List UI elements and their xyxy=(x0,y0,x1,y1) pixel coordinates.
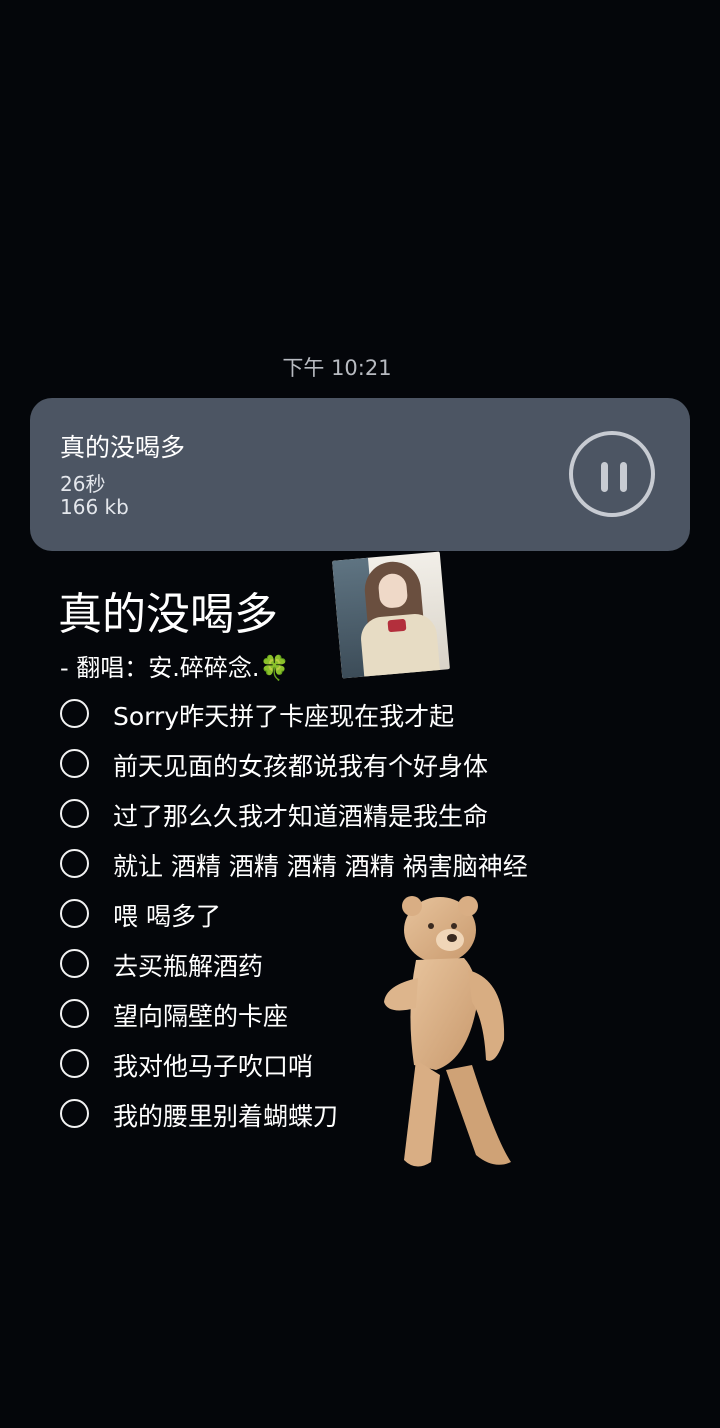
lyric-text: 望向隔壁的卡座 xyxy=(113,1002,289,1031)
voice-message-title: 真的没喝多 xyxy=(60,433,186,462)
lyric-text: Sorry昨天拼了卡座现在我才起 xyxy=(113,702,455,731)
checkbox-circle[interactable] xyxy=(60,699,89,728)
song-title: 真的没喝多 xyxy=(58,589,278,640)
voice-message-card[interactable]: 真的没喝多 26秒 166 kb xyxy=(30,398,690,551)
pause-icon xyxy=(601,462,608,492)
lyric-text: 就让 酒精 酒精 酒精 酒精 祸害脑神经 xyxy=(113,852,528,881)
pause-icon xyxy=(620,462,627,492)
voice-message-size: 166 kb xyxy=(60,495,129,519)
artist-credit-text: - 翻唱：安.碎碎念. xyxy=(60,654,260,682)
clover-icon: 🍀 xyxy=(259,654,290,682)
pause-button[interactable] xyxy=(569,431,655,517)
singer-photo xyxy=(332,551,450,679)
message-timestamp: 下午 10:21 xyxy=(282,356,392,380)
checkbox-circle[interactable] xyxy=(60,1049,89,1078)
lyric-text: 去买瓶解酒药 xyxy=(113,952,264,981)
checkbox-circle[interactable] xyxy=(60,849,89,878)
voice-message-duration: 26秒 xyxy=(60,472,106,496)
artist-credit: - 翻唱：安.碎碎念.🍀 xyxy=(60,648,289,683)
checkbox-circle[interactable] xyxy=(60,799,89,828)
lyric-text: 我的腰里别着蝴蝶刀 xyxy=(113,1102,339,1131)
checkbox-circle[interactable] xyxy=(60,899,89,928)
lyric-text: 过了那么久我才知道酒精是我生命 xyxy=(113,802,489,831)
checkbox-circle[interactable] xyxy=(60,949,89,978)
lyric-text: 喂 喝多了 xyxy=(113,902,221,931)
checkbox-circle[interactable] xyxy=(60,1099,89,1128)
checkbox-circle[interactable] xyxy=(60,749,89,778)
dancing-bear-sticker xyxy=(384,896,511,1167)
checkbox-circle[interactable] xyxy=(60,999,89,1028)
lyric-text: 我对他马子吹口哨 xyxy=(113,1052,314,1081)
lyric-text: 前天见面的女孩都说我有个好身体 xyxy=(113,752,489,781)
